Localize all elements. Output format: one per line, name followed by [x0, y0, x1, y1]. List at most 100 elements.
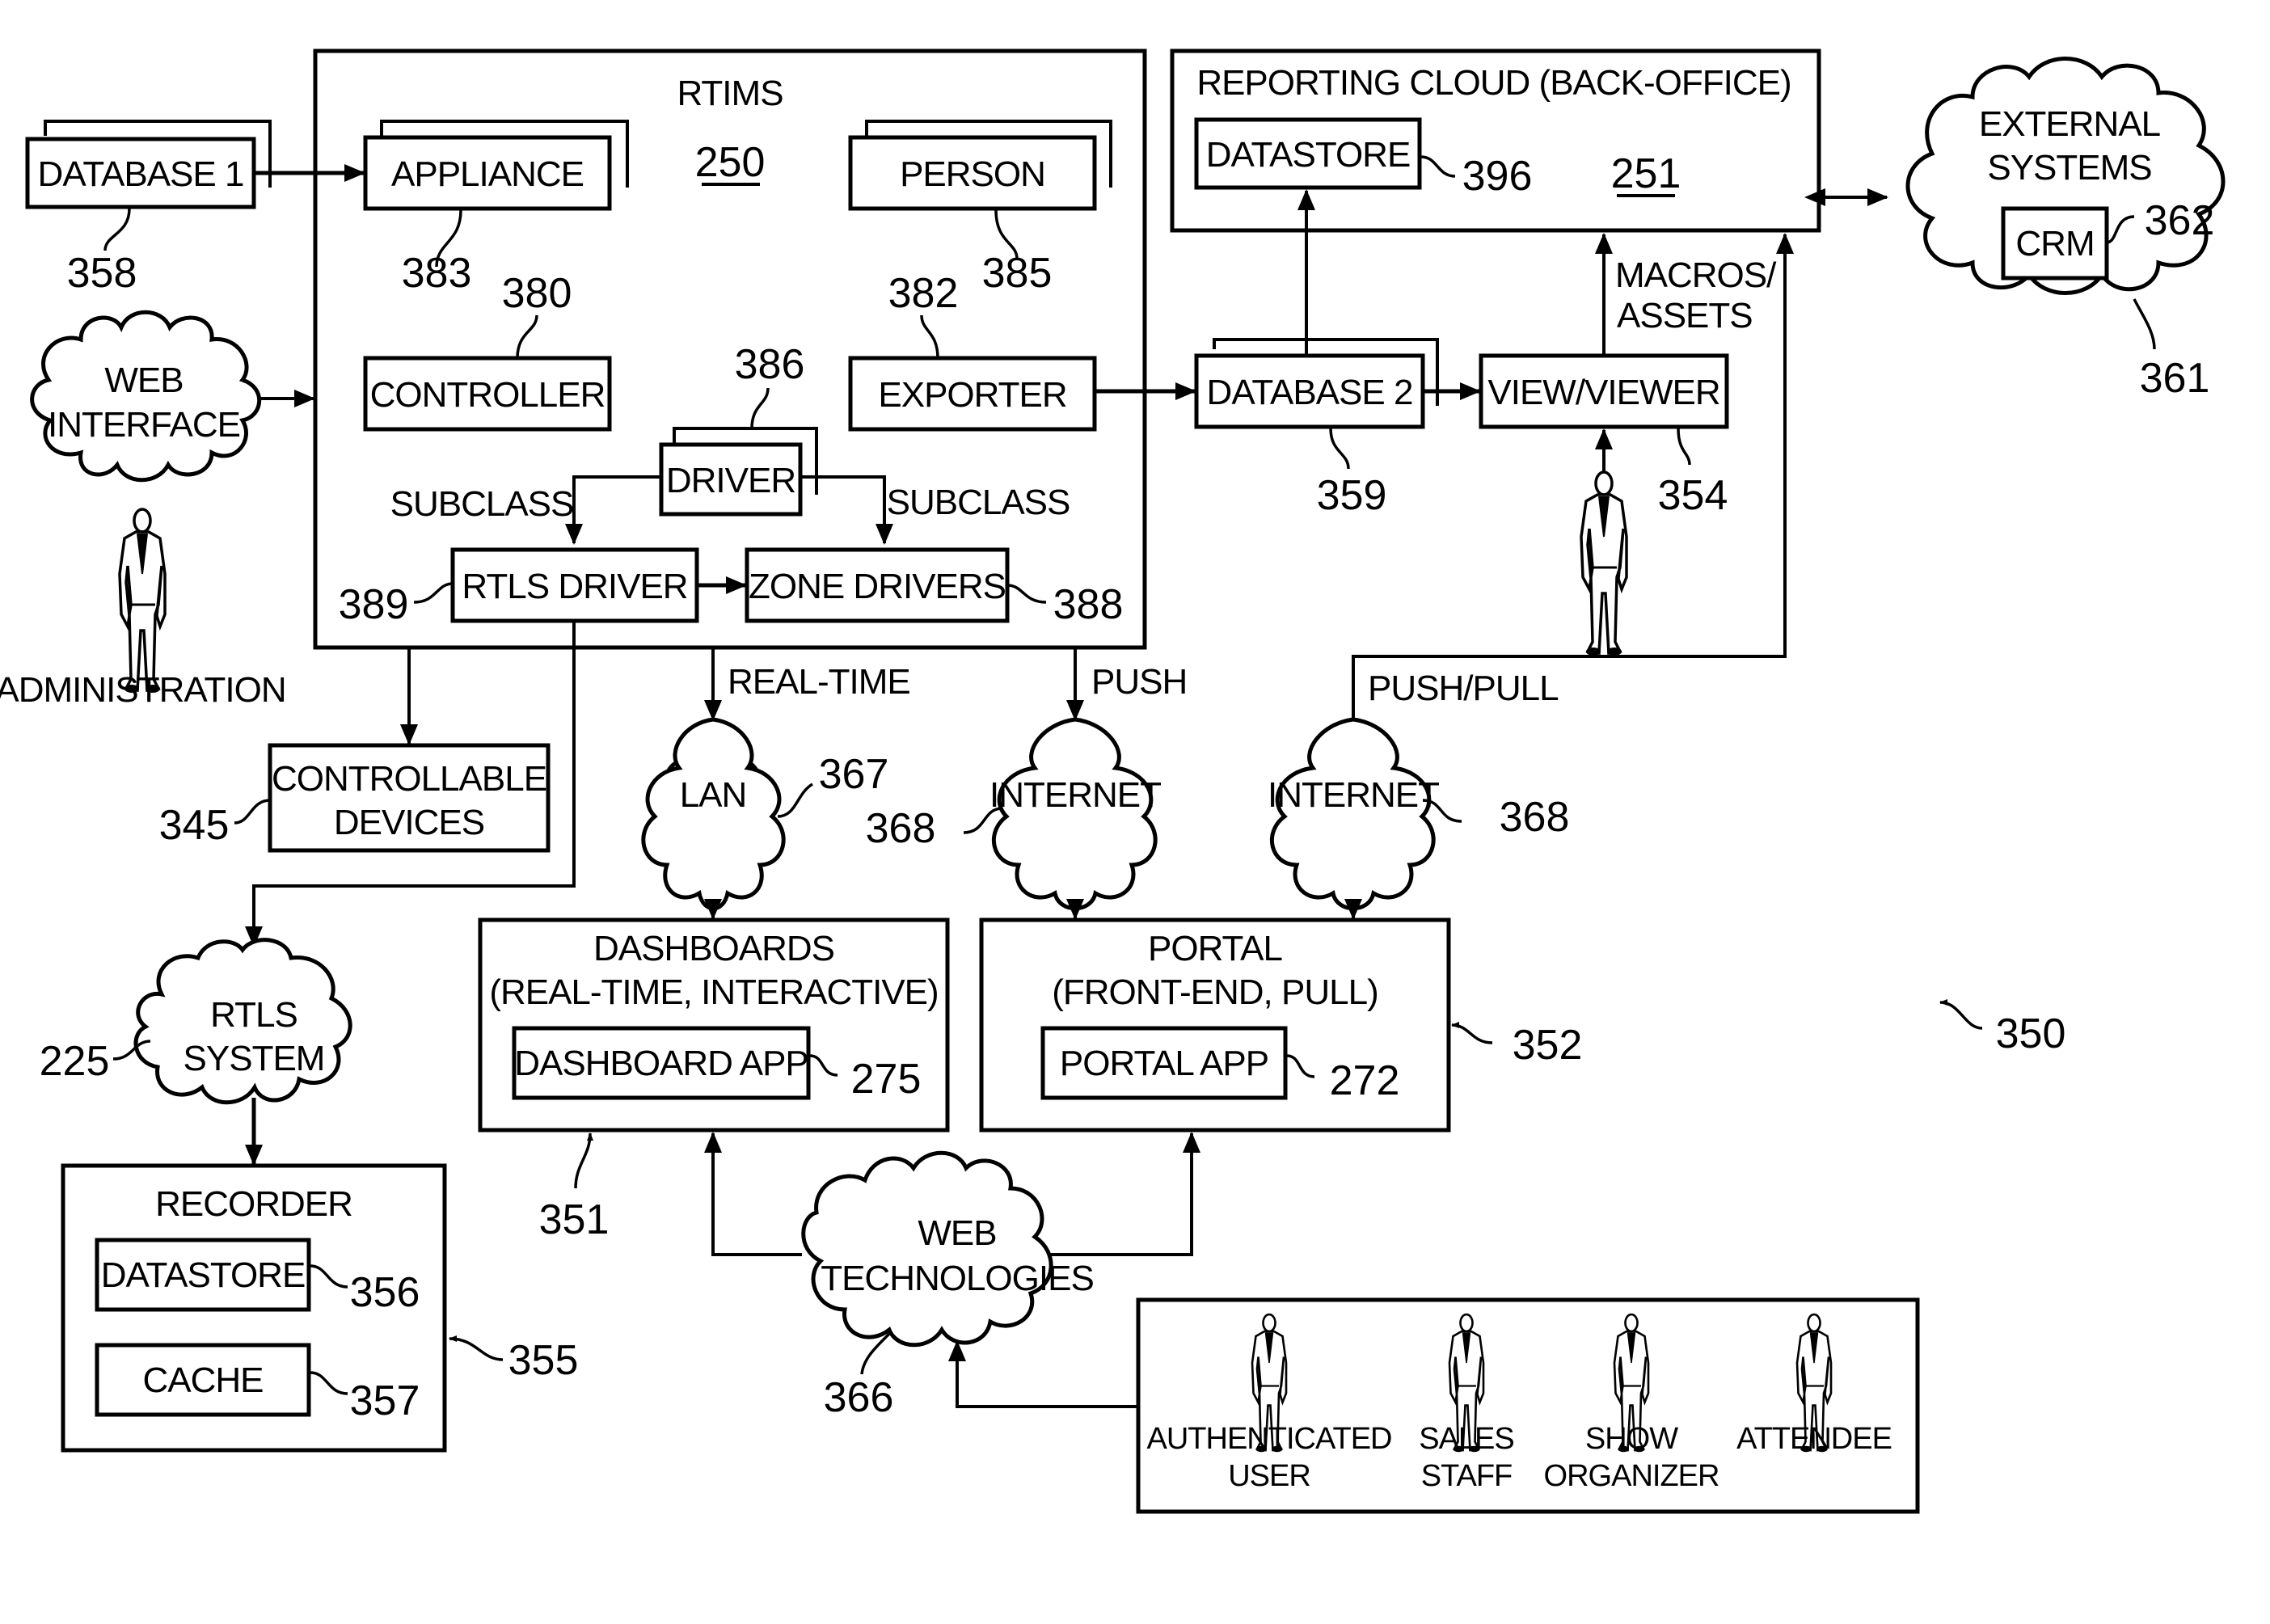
- lan-cloud[interactable]: LAN: [641, 717, 786, 911]
- portal-ref: 352: [1513, 1022, 1583, 1069]
- external-systems-ref: 361: [2140, 355, 2210, 402]
- database2-leader: [1329, 428, 1350, 470]
- reporting-datastore-label: DATASTORE: [1206, 135, 1411, 175]
- driver-label: DRIVER: [666, 461, 795, 500]
- recorder-datastore-label: DATASTORE: [101, 1255, 306, 1295]
- person-label: PERSON: [900, 154, 1045, 194]
- database2-label: DATABASE 2: [1207, 373, 1413, 412]
- exporter-leader: [920, 314, 939, 359]
- rtls-driver-ref: 389: [339, 581, 409, 628]
- web-technologies-line2: TECHNOLOGIES: [821, 1259, 1094, 1298]
- dashboard-app-ref: 275: [851, 1056, 922, 1103]
- controllable-devices-ref: 345: [159, 802, 230, 849]
- viewer-user-person-icon: [1580, 470, 1628, 657]
- show-organizer-line2: ORGANIZER: [1544, 1459, 1719, 1493]
- controllable-devices-leader: [234, 799, 271, 825]
- controllable-devices-line2: DEVICES: [334, 803, 484, 842]
- push-pull-label: PUSH/PULL: [1368, 669, 1559, 708]
- external-systems-line2: SYSTEMS: [1987, 148, 2151, 188]
- controller-ref: 380: [502, 270, 572, 317]
- users-to-webtech-arrow: [948, 1340, 1138, 1408]
- rtls-system-line2: SYSTEM: [184, 1039, 325, 1078]
- figure-ref: 350: [1996, 1010, 2066, 1057]
- authenticated-user-line1: AUTHENTICATED: [1147, 1422, 1392, 1456]
- rtls-system-cloud[interactable]: RTLS SYSTEM: [133, 938, 352, 1105]
- rtims-ref: 250: [695, 139, 766, 186]
- sales-staff-line2: STAFF: [1421, 1459, 1513, 1493]
- administration-person-icon: [118, 508, 167, 694]
- external-systems-leader: [2133, 298, 2156, 350]
- subclass-arrow-right: [800, 475, 893, 545]
- internet-right-ref: 368: [1500, 794, 1570, 841]
- database1-leader: [103, 208, 131, 251]
- show-organizer-line1: SHOW: [1585, 1422, 1678, 1456]
- web-interface-line2: INTERFACE: [48, 405, 240, 445]
- internet-cloud-right[interactable]: INTERNET: [1268, 717, 1440, 911]
- reporting-cloud-title: REPORTING CLOUD (BACK-OFFICE): [1196, 63, 1791, 103]
- lan-leader: [777, 782, 813, 818]
- web-interface-cloud[interactable]: WEB INTERFACE: [30, 310, 262, 483]
- controller-label: CONTROLLER: [370, 375, 605, 415]
- macros-assets-line1: MACROS/: [1615, 255, 1777, 295]
- exporter-label: EXPORTER: [878, 375, 1066, 415]
- database1-label: DATABASE 1: [38, 154, 244, 194]
- internet-left-ref: 368: [866, 805, 936, 852]
- attendee-line1: ATTENDEE: [1736, 1422, 1892, 1456]
- viewer-ref: 354: [1658, 472, 1728, 519]
- appliance-label: APPLIANCE: [391, 154, 584, 194]
- appliance-ref: 383: [402, 250, 472, 297]
- cache-ref: 357: [350, 1377, 420, 1424]
- subclass-label-right: SUBCLASS: [887, 483, 1070, 522]
- viewer-label: VIEW/VIEWER: [1487, 373, 1719, 412]
- crm-label: CRM: [2015, 224, 2094, 264]
- zone-drivers-leader: [1006, 584, 1047, 604]
- portal-leader: [1451, 1022, 1493, 1044]
- sales-staff-line1: SALES: [1419, 1422, 1514, 1456]
- rtls-system-line1: RTLS: [210, 995, 297, 1035]
- portal-line1: PORTAL: [1148, 929, 1283, 968]
- portal-app-label: PORTAL APP: [1060, 1044, 1268, 1083]
- portal-app-ref: 272: [1330, 1057, 1400, 1104]
- subclass-arrow-left: [565, 475, 661, 545]
- reporting-datastore-ref: 396: [1462, 153, 1533, 200]
- web-technologies-cloud[interactable]: WEB TECHNOLOGIES: [801, 1150, 1095, 1348]
- internet-left-label: INTERNET: [989, 775, 1161, 815]
- subclass-label-left: SUBCLASS: [390, 484, 574, 524]
- webtech-to-portal-arrow: [1049, 1132, 1200, 1256]
- driver-ref: 386: [735, 341, 805, 388]
- reporting-cloud-ref: 251: [1611, 150, 1681, 197]
- dashboards-ref: 351: [539, 1196, 610, 1243]
- rtims-title: RTIMS: [677, 74, 783, 113]
- push-label: PUSH: [1091, 662, 1187, 702]
- dashboard-app-label: DASHBOARD APP: [514, 1044, 808, 1083]
- authenticated-user-line2: USER: [1228, 1459, 1310, 1493]
- lan-ref: 367: [819, 751, 889, 798]
- dashboards-line2: (REAL-TIME, INTERACTIVE): [489, 972, 938, 1012]
- recorder-leader: [449, 1335, 504, 1361]
- internet-cloud-left[interactable]: INTERNET: [989, 717, 1162, 911]
- exporter-ref: 382: [888, 270, 959, 317]
- database1-ref: 358: [67, 250, 137, 297]
- system-architecture-diagram: RTIMS 250 APPLIANCE 383 PERSON 385 CONTR…: [0, 0, 2270, 1620]
- person-ref: 385: [982, 250, 1053, 297]
- diagram-canvas: RTIMS 250 APPLIANCE 383 PERSON 385 CONTR…: [0, 49, 2226, 1514]
- web-technologies-ref: 366: [824, 1374, 894, 1421]
- lan-label: LAN: [680, 775, 747, 815]
- real-time-label: REAL-TIME: [728, 662, 910, 702]
- rtls-driver-leader: [413, 582, 454, 604]
- external-systems-line1: EXTERNAL: [1979, 104, 2161, 144]
- web-interface-line1: WEB: [104, 361, 183, 400]
- macros-assets-line2: ASSETS: [1617, 296, 1753, 335]
- viewer-leader: [1677, 428, 1691, 466]
- web-technologies-leader: [860, 1332, 891, 1375]
- crm-ref: 362: [2145, 197, 2215, 244]
- web-technologies-line1: WEB: [918, 1213, 996, 1253]
- dashboards-line1: DASHBOARDS: [593, 929, 834, 968]
- cache-label: CACHE: [142, 1360, 263, 1400]
- external-systems-cloud[interactable]: EXTERNAL SYSTEMS CRM: [1905, 57, 2226, 295]
- recorder-ref: 355: [508, 1337, 579, 1384]
- database2-ref: 359: [1317, 472, 1387, 519]
- figure-leader: [1939, 999, 1983, 1030]
- rtls-driver-label: RTLS DRIVER: [462, 567, 687, 606]
- rtls-system-ref: 225: [40, 1038, 110, 1085]
